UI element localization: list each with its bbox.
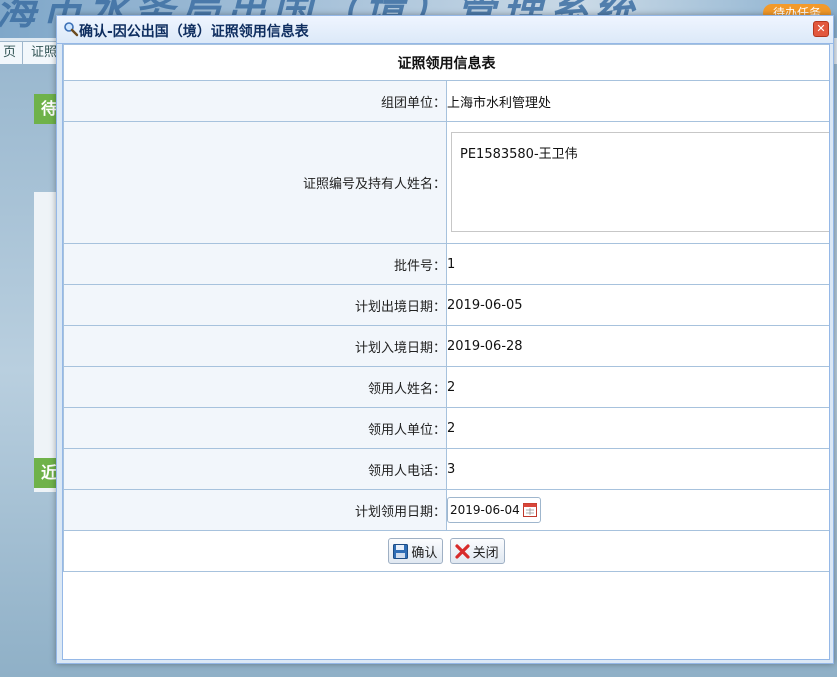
calendar-icon[interactable]	[523, 502, 537, 517]
value-group-unit: 上海市水利管理处	[446, 80, 829, 122]
confirm-dialog: 确认-因公出国（境）证照领用信息表 ✕ 证照领用信息表 组团单位： 上海市水利管…	[56, 15, 834, 664]
dialog-body: 证照领用信息表 组团单位： 上海市水利管理处 证照编号及持有人姓名： PE158…	[62, 43, 830, 660]
value-exit-date: 2019-06-05	[446, 284, 829, 326]
label-exit-date: 计划出境日期：	[63, 284, 447, 326]
label-recipient-phone: 领用人电话：	[63, 448, 447, 490]
confirm-button-label: 确认	[411, 545, 438, 561]
value-approval-no: 1	[446, 243, 829, 285]
license-holder-textarea[interactable]: PE1583580-王卫伟	[451, 132, 829, 232]
close-button[interactable]: 关闭	[449, 538, 505, 564]
table-caption: 证照领用信息表	[63, 44, 829, 81]
label-recipient-name: 领用人姓名：	[63, 366, 447, 408]
cancel-x-icon	[454, 543, 470, 559]
label-pickup-date: 计划领用日期：	[63, 489, 447, 531]
close-button-label: 关闭	[472, 545, 499, 561]
value-recipient-phone: 3	[446, 448, 829, 490]
value-entry-date: 2019-06-28	[446, 325, 829, 367]
pickup-date-value: 2019-06-04	[450, 503, 520, 517]
value-recipient-unit: 2	[446, 407, 829, 449]
license-form-table: 证照领用信息表 组团单位： 上海市水利管理处 证照编号及持有人姓名： PE158…	[63, 44, 829, 572]
label-recipient-unit: 领用人单位：	[63, 407, 447, 449]
dialog-header: 确认-因公出国（境）证照领用信息表 ✕	[57, 16, 833, 44]
label-group-unit: 组团单位：	[63, 80, 447, 122]
label-license-holder: 证照编号及持有人姓名：	[63, 121, 447, 244]
close-icon[interactable]: ✕	[813, 21, 829, 37]
search-icon	[64, 22, 79, 37]
pickup-date-input[interactable]: 2019-06-04	[447, 497, 541, 523]
label-entry-date: 计划入境日期：	[63, 325, 447, 367]
dialog-title: 确认-因公出国（境）证照领用信息表	[79, 24, 309, 40]
save-icon	[393, 543, 409, 559]
button-row: 确认 关闭	[63, 530, 829, 572]
label-approval-no: 批件号：	[63, 243, 447, 285]
value-recipient-name: 2	[446, 366, 829, 408]
confirm-button[interactable]: 确认	[388, 538, 444, 564]
